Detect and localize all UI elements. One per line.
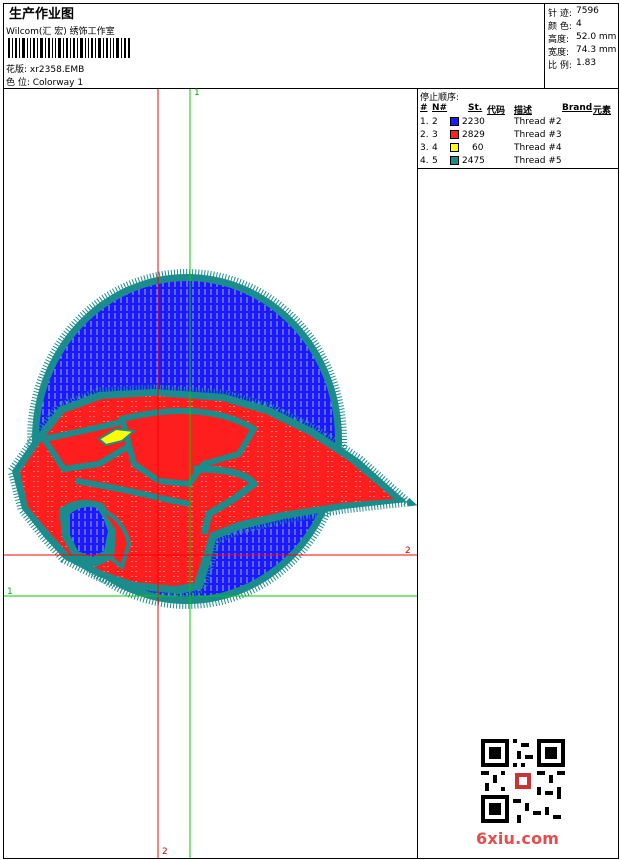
row-index: 3.: [420, 143, 429, 153]
colorway-label: 色 位: Colorway 1: [6, 78, 84, 88]
stitch-count-label: 针 迹:: [548, 9, 572, 19]
color-swatch-teal: [450, 156, 459, 165]
col-header-needle: N#: [432, 103, 448, 113]
color-swatch-yellow: [450, 143, 459, 152]
row-description: Thread #3: [514, 130, 562, 140]
row-index: 4.: [420, 156, 429, 166]
vertical-red-guide-label: 2: [162, 847, 168, 857]
barcode: [8, 38, 130, 58]
qr-code: [481, 739, 565, 823]
row-index: 1.: [420, 117, 429, 127]
height-label: 高度:: [548, 35, 570, 45]
width-label: 宽度:: [548, 48, 570, 58]
col-header-code: 代码: [487, 106, 506, 116]
row-stitches: 2475: [462, 156, 485, 166]
row-stitches: 2230: [462, 117, 485, 127]
row-needle: 5: [432, 156, 438, 166]
page-title: 生产作业图: [9, 7, 75, 22]
stitch-count-value: 7596: [576, 6, 599, 16]
site-watermark: 6xiu.com: [476, 829, 560, 848]
row-description: Thread #4: [514, 143, 562, 153]
row-description: Thread #5: [514, 156, 562, 166]
row-stitches: 60: [472, 143, 484, 153]
color-swatch-blue: [450, 117, 459, 126]
scale-label: 比 例:: [548, 61, 572, 71]
col-header-stitches: St.: [468, 103, 483, 113]
row-description: Thread #2: [514, 117, 562, 127]
col-header-brand: Brand: [562, 103, 593, 113]
row-needle: 2: [432, 117, 438, 127]
col-header-index: #: [420, 103, 428, 113]
row-stitches: 2829: [462, 130, 485, 140]
color-swatch-red: [450, 130, 459, 139]
scale-value: 1.83: [576, 58, 597, 68]
color-count-value: 4: [576, 19, 582, 29]
stop-sequence-title: 停止顺序:: [420, 93, 460, 103]
col-header-element: 元素: [593, 106, 612, 116]
design-canvas: [4, 89, 417, 858]
row-needle: 3: [432, 130, 438, 140]
col-header-description: 描述: [514, 106, 533, 116]
horizontal-red-guide-label: 2: [405, 546, 411, 556]
row-index: 2.: [420, 130, 429, 140]
height-value: 52.0 mm: [576, 32, 617, 42]
design-file-label: 花版: xr2358.EMB: [6, 65, 85, 75]
width-value: 74.3 mm: [576, 45, 617, 55]
vertical-green-guide-label: 1: [194, 88, 200, 98]
company-name: Wilcom(汇 宏) 绣饰工作室: [6, 27, 115, 37]
horizontal-green-guide-label: 1: [7, 587, 13, 597]
color-count-label: 颜 色:: [548, 22, 572, 32]
row-needle: 4: [432, 143, 438, 153]
